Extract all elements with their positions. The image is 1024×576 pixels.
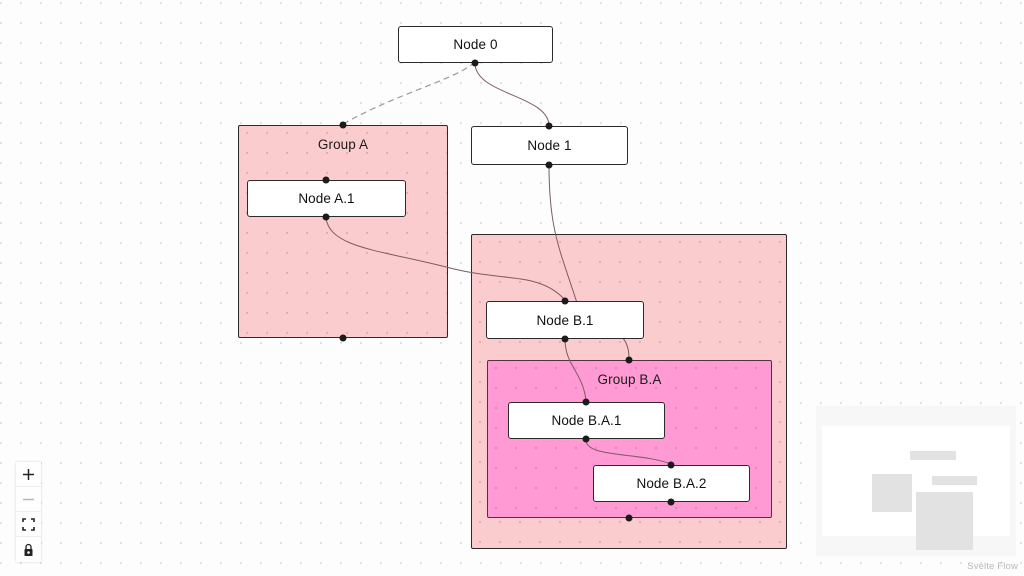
edge-node0-groupa[interactable]: [342, 61, 476, 125]
minus-icon: [22, 493, 35, 506]
handle-node-b-a-1-target[interactable]: [582, 398, 590, 406]
handle-group-b-a-target[interactable]: [625, 356, 633, 364]
plus-icon: [22, 468, 35, 481]
zoom-in-button[interactable]: [16, 462, 41, 487]
flow-node-node-1[interactable]: Node 1: [471, 126, 628, 165]
group-node-a[interactable]: Group A: [238, 125, 448, 338]
handle-node-b-a-2-source[interactable]: [667, 498, 675, 506]
handle-node-b-a-2-target[interactable]: [667, 461, 675, 469]
group-a-label: Group A: [317, 137, 369, 152]
flow-canvas[interactable]: Group A Group B.A Node 0 Node 1 Node A.1…: [0, 0, 1024, 576]
lock-icon: [22, 543, 35, 557]
minimap-node: [916, 492, 973, 550]
handle-node-b-a-1-source[interactable]: [582, 435, 590, 443]
node-label: Node 0: [453, 37, 498, 52]
group-b-a-label: Group B.A: [597, 372, 662, 387]
minimap[interactable]: [816, 406, 1016, 556]
handle-node-a-1-source[interactable]: [322, 213, 330, 221]
handle-group-a-target[interactable]: [339, 121, 347, 129]
flow-node-node-b-1[interactable]: Node B.1: [486, 301, 644, 339]
node-label: Node A.1: [298, 191, 355, 206]
handle-node-a-1-target[interactable]: [322, 176, 330, 184]
node-label: Node B.A.1: [551, 413, 622, 428]
minimap-node: [910, 451, 956, 460]
node-label: Node B.A.2: [636, 476, 707, 491]
minimap-viewport[interactable]: [822, 426, 1010, 550]
handle-group-a-source[interactable]: [339, 334, 347, 342]
node-label: Node B.1: [536, 312, 594, 328]
minimap-node: [872, 474, 912, 512]
handle-group-b-a-source[interactable]: [625, 514, 633, 522]
edge-node0-node1[interactable]: [474, 62, 550, 127]
fit-view-icon: [22, 517, 35, 531]
handle-node-0-source[interactable]: [471, 59, 479, 67]
zoom-out-button[interactable]: [16, 487, 41, 512]
flow-node-node-b-a-1[interactable]: Node B.A.1: [508, 402, 665, 439]
flow-node-node-a-1[interactable]: Node A.1: [247, 180, 406, 217]
group-dot-pattern: [239, 126, 447, 337]
flow-node-node-b-a-2[interactable]: Node B.A.2: [593, 465, 750, 502]
handle-node-b-1-source[interactable]: [561, 335, 569, 343]
flow-controls: [16, 462, 41, 562]
lock-button[interactable]: [16, 537, 41, 562]
node-label: Node 1: [527, 138, 572, 153]
handle-node-b-1-target[interactable]: [561, 297, 569, 305]
minimap-node: [932, 476, 977, 485]
flow-node-node-0[interactable]: Node 0: [398, 26, 553, 63]
handle-node-1-target[interactable]: [545, 122, 553, 130]
fit-view-button[interactable]: [16, 512, 41, 537]
handle-node-1-source[interactable]: [545, 161, 553, 169]
attribution-label[interactable]: Svelte Flow: [967, 561, 1018, 572]
